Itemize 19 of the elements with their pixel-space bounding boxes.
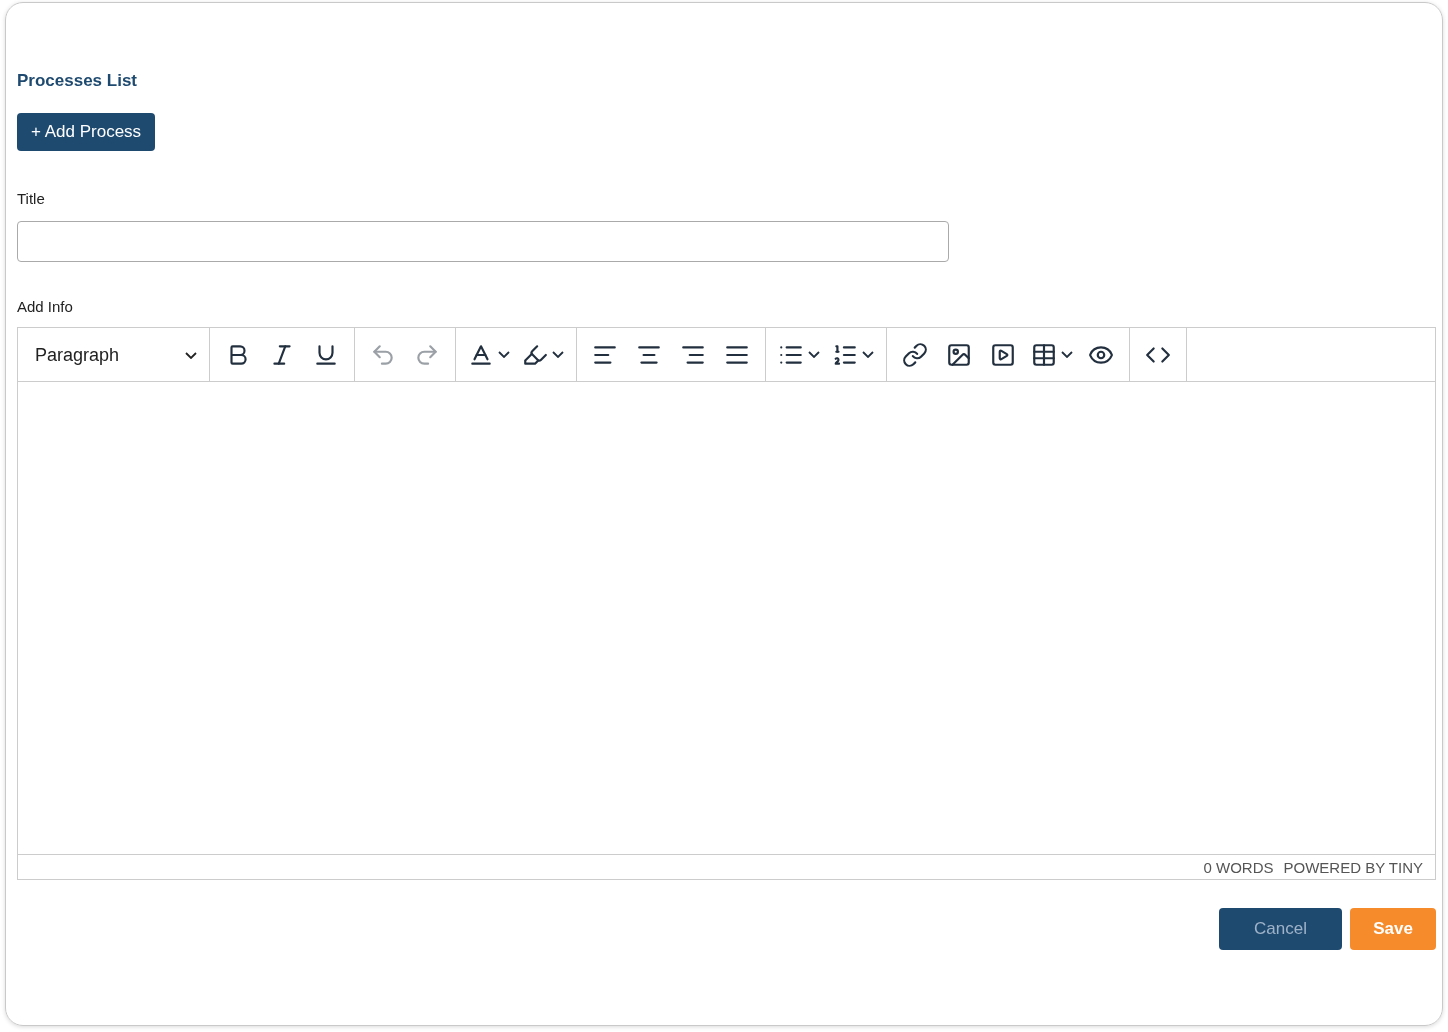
link-icon [902,341,928,368]
chevron-icon [185,351,197,359]
chevron-icon [808,351,820,358]
chevron-icon [1061,351,1073,358]
word-count: 0 WORDS [1203,858,1274,876]
branding-link[interactable]: POWERED BY TINY [1283,858,1423,876]
section-heading: Processes List [17,71,138,91]
add-process-button[interactable]: + Add Process [17,113,156,151]
chevron-icon [498,351,510,358]
cancel-button[interactable]: Cancel [1219,908,1342,950]
image-icon [946,341,972,368]
play-icon [990,341,1016,368]
format-select[interactable]: Paragraph [18,328,210,382]
field-label: Add Info [17,298,74,315]
title-field[interactable] [17,221,949,262]
field-label: Title [17,190,46,207]
table-icon [1031,341,1057,368]
chevron-icon [862,351,874,358]
chevron-icon [552,351,564,358]
